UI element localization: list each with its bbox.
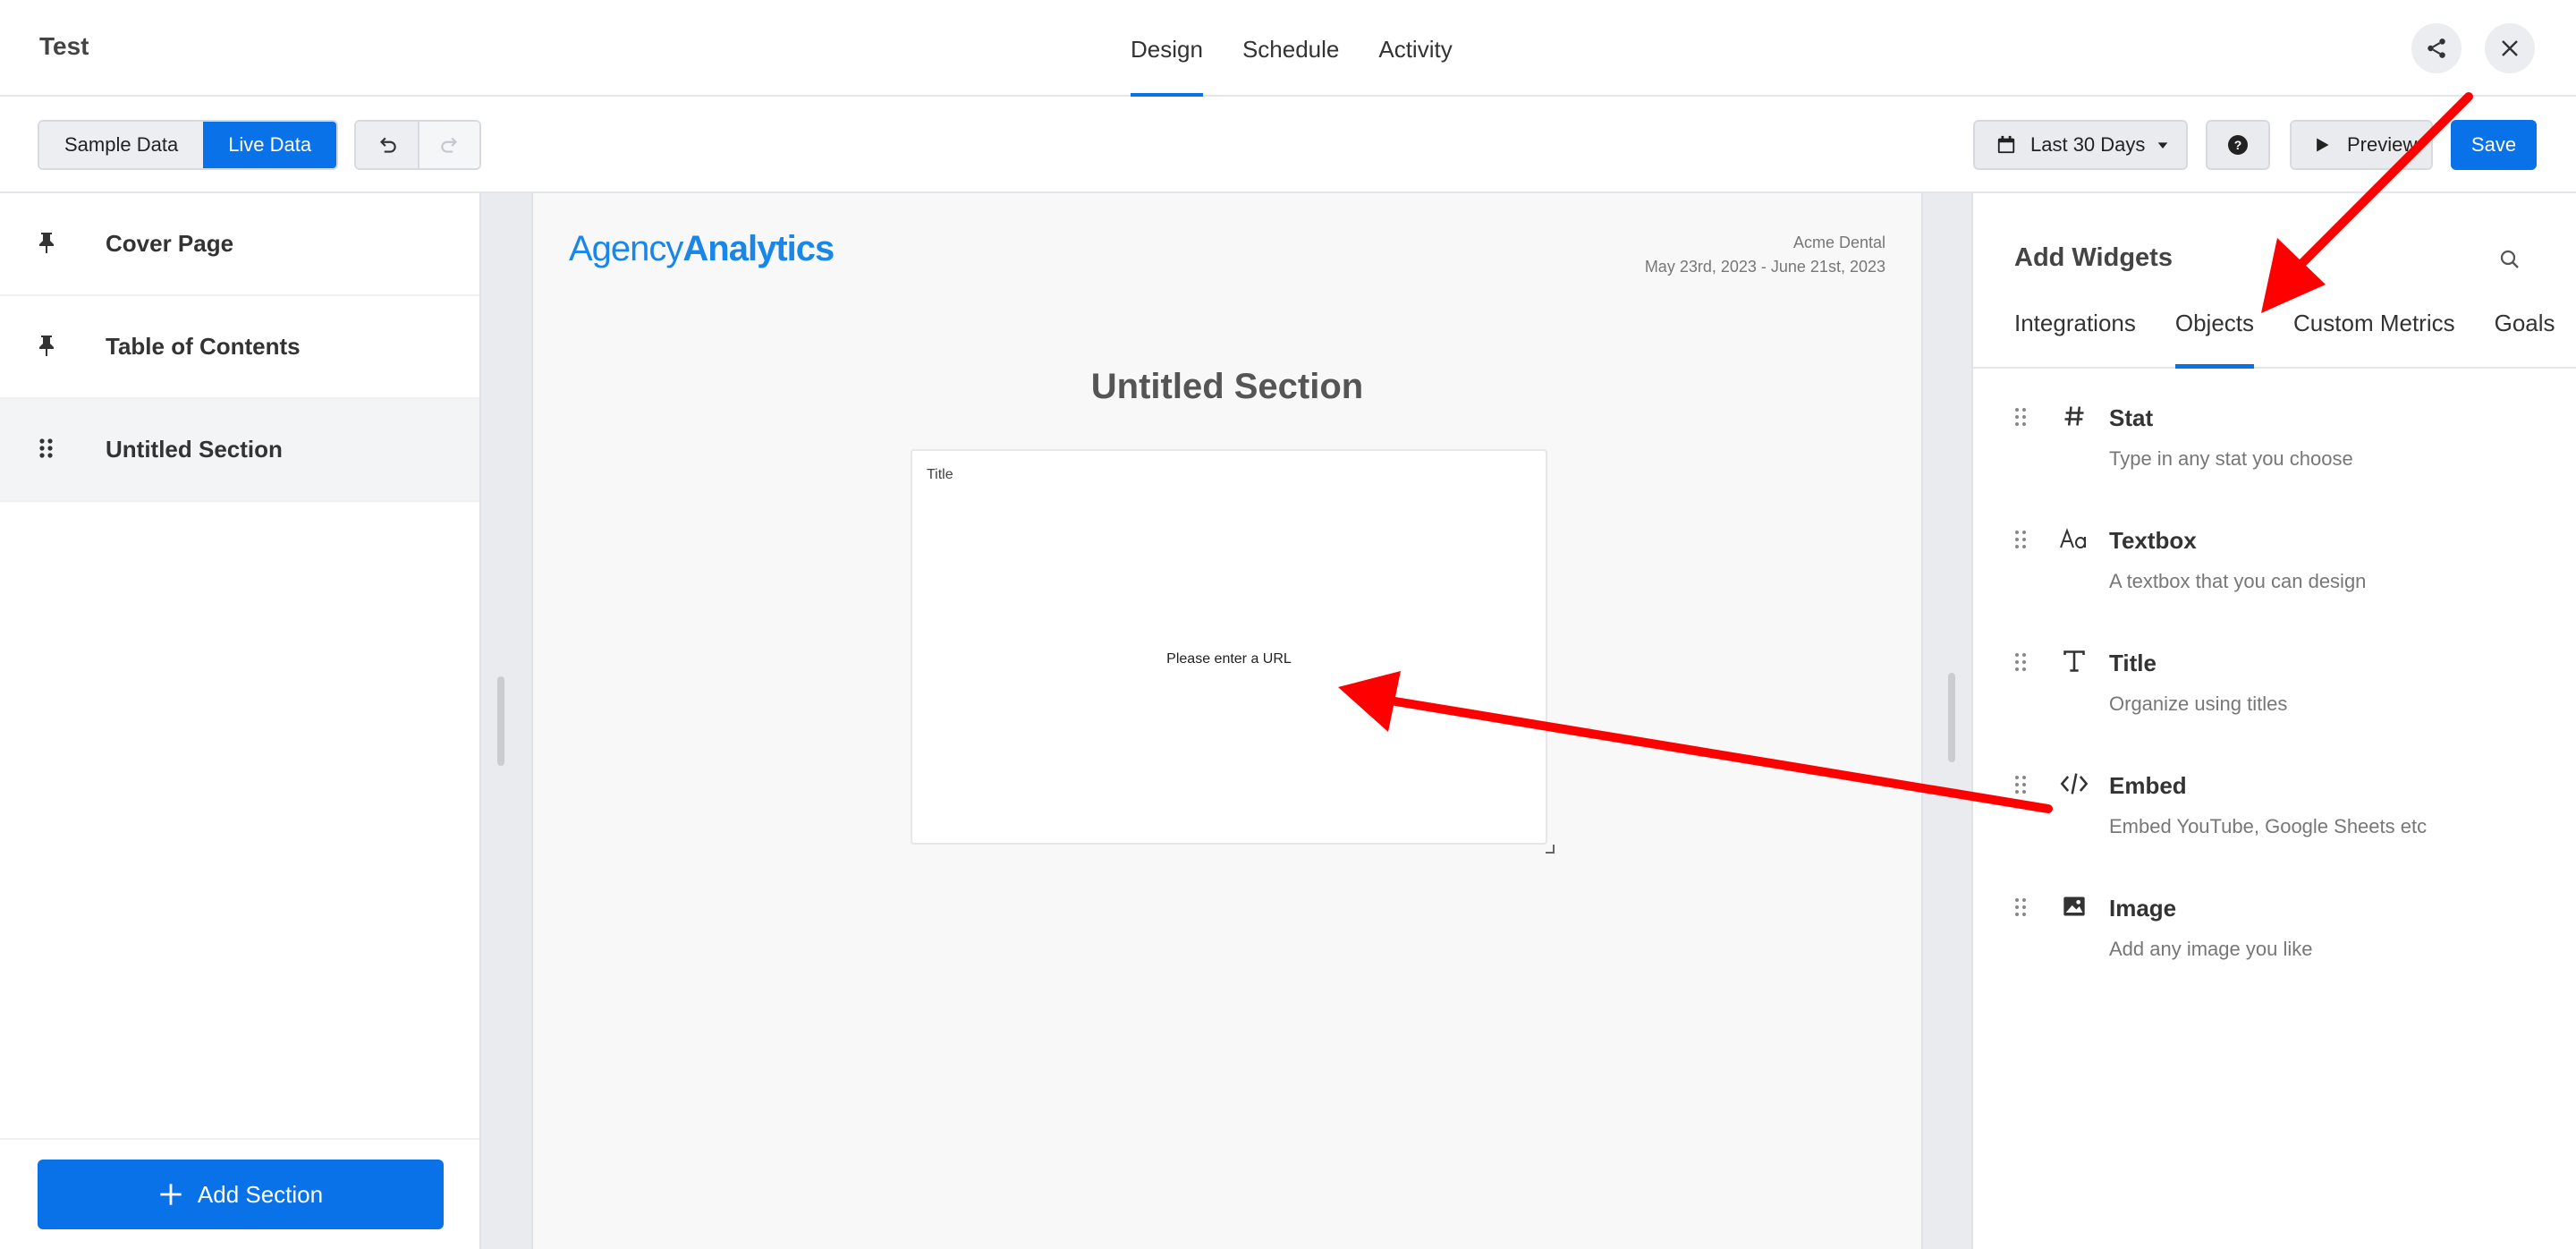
widget-tabs: Integrations Objects Custom Metrics Goal… bbox=[1973, 292, 2576, 369]
tab-design[interactable]: Design bbox=[1131, 0, 1203, 98]
drag-handle-icon bbox=[2015, 408, 2026, 426]
date-range-dropdown[interactable]: Last 30 Days bbox=[1973, 120, 2188, 170]
object-textbox[interactable]: Textbox A textbox that you can design bbox=[1973, 520, 2576, 642]
image-icon bbox=[2059, 891, 2089, 922]
drag-handle-icon bbox=[2015, 531, 2026, 548]
app-header: Test Design Schedule Activity bbox=[0, 0, 2576, 98]
calendar-icon bbox=[1997, 135, 2015, 154]
object-stat[interactable]: Stat Type in any stat you choose bbox=[1973, 397, 2576, 520]
drag-handle-icon bbox=[2015, 898, 2026, 916]
add-section-button[interactable]: Add Section bbox=[38, 1160, 444, 1229]
redo-button[interactable] bbox=[418, 122, 479, 168]
svg-text:?: ? bbox=[2234, 138, 2242, 152]
live-data-button[interactable]: Live Data bbox=[203, 122, 337, 168]
object-description: Type in any stat you choose bbox=[2109, 447, 2353, 470]
tab-objects[interactable]: Objects bbox=[2174, 292, 2255, 369]
data-mode-toggle: Sample Data Live Data bbox=[38, 120, 339, 170]
widget-resize-handle[interactable] bbox=[1546, 845, 1555, 854]
sample-data-button[interactable]: Sample Data bbox=[39, 122, 204, 168]
help-button[interactable]: ? bbox=[2206, 120, 2270, 170]
text-style-icon bbox=[2059, 523, 2089, 554]
hash-icon bbox=[2059, 401, 2089, 431]
section-title[interactable]: Untitled Section bbox=[533, 367, 1921, 407]
agency-logo: AgencyAnalytics bbox=[569, 229, 835, 268]
title-t-icon bbox=[2059, 646, 2089, 676]
drag-handle-icon bbox=[2015, 653, 2026, 671]
sidebar-item-untitled-section[interactable]: Untitled Section bbox=[0, 399, 479, 502]
undo-button[interactable] bbox=[356, 122, 418, 168]
report-date-range: May 23rd, 2023 - June 21st, 2023 bbox=[1644, 258, 1885, 276]
add-widgets-panel: Add Widgets Integrations Objects Custom … bbox=[1971, 193, 2576, 1249]
close-button[interactable] bbox=[2485, 23, 2535, 73]
sidebar-item-table-of-contents[interactable]: Table of Contents bbox=[0, 296, 479, 399]
report-canvas: AgencyAnalytics Acme Dental May 23rd, 20… bbox=[481, 193, 1971, 1249]
code-icon bbox=[2059, 769, 2089, 799]
share-icon bbox=[2428, 38, 2445, 58]
help-icon: ? bbox=[2228, 135, 2248, 155]
tab-goals[interactable]: Goals bbox=[2495, 292, 2555, 367]
pin-icon bbox=[39, 336, 54, 356]
drag-handle-icon bbox=[2015, 776, 2026, 794]
object-description: A textbox that you can design bbox=[2109, 570, 2367, 592]
object-description: Embed YouTube, Google Sheets etc bbox=[2109, 815, 2428, 837]
object-description: Organize using titles bbox=[2109, 692, 2288, 715]
date-range-label: Last 30 Days bbox=[2030, 133, 2146, 156]
history-controls bbox=[354, 120, 481, 170]
play-icon bbox=[2317, 138, 2329, 152]
sidebar-footer: Add Section bbox=[0, 1138, 479, 1249]
report-name: Test bbox=[39, 32, 89, 60]
preview-label: Preview bbox=[2347, 133, 2418, 156]
report-page: AgencyAnalytics Acme Dental May 23rd, 20… bbox=[531, 193, 1923, 1249]
sections-sidebar: Cover Page Table of Contents Untitled Se… bbox=[0, 193, 481, 1249]
drag-handle-icon bbox=[39, 438, 53, 458]
search-icon bbox=[2500, 250, 2519, 268]
redo-icon bbox=[440, 137, 457, 153]
share-button[interactable] bbox=[2411, 23, 2462, 73]
widget-search-button[interactable] bbox=[2494, 243, 2526, 276]
sidebar-item-label: Cover Page bbox=[106, 230, 234, 257]
pin-icon bbox=[39, 233, 54, 253]
tab-integrations[interactable]: Integrations bbox=[2014, 292, 2136, 367]
toolbar: Sample Data Live Data Last 30 Days ? Pre… bbox=[0, 97, 2576, 193]
object-embed[interactable]: Embed Embed YouTube, Google Sheets etc bbox=[1973, 765, 2576, 888]
tab-schedule[interactable]: Schedule bbox=[1242, 0, 1339, 97]
plus-icon bbox=[160, 1184, 182, 1205]
right-panel-resize-handle[interactable] bbox=[1948, 673, 1955, 762]
object-image[interactable]: Image Add any image you like bbox=[1973, 888, 2576, 1010]
sidebar-item-cover-page[interactable]: Cover Page bbox=[0, 193, 479, 296]
undo-icon bbox=[379, 137, 396, 153]
tab-custom-metrics[interactable]: Custom Metrics bbox=[2293, 292, 2455, 367]
object-name: Stat bbox=[2109, 404, 2154, 431]
save-button[interactable]: Save bbox=[2451, 120, 2537, 170]
widget-placeholder-message: Please enter a URL bbox=[1166, 651, 1292, 667]
preview-button[interactable]: Preview bbox=[2290, 120, 2433, 170]
object-title[interactable]: Title Organize using titles bbox=[1973, 642, 2576, 765]
sidebar-item-label: Table of Contents bbox=[106, 333, 301, 360]
client-name: Acme Dental bbox=[1792, 234, 1885, 251]
left-panel-resize-handle[interactable] bbox=[497, 676, 504, 766]
top-tabs: Design Schedule Activity bbox=[1131, 0, 1492, 98]
close-icon bbox=[2502, 40, 2518, 56]
object-name: Textbox bbox=[2109, 527, 2197, 554]
panel-title: Add Widgets bbox=[2014, 243, 2173, 272]
object-name: Embed bbox=[2109, 772, 2187, 799]
add-section-label: Add Section bbox=[197, 1180, 324, 1208]
report-client-info: Acme Dental May 23rd, 2023 - June 21st, … bbox=[1645, 231, 1885, 279]
object-name: Title bbox=[2109, 650, 2157, 676]
sidebar-item-label: Untitled Section bbox=[106, 436, 283, 463]
object-name: Image bbox=[2109, 895, 2177, 922]
widget-title[interactable]: Title bbox=[927, 467, 953, 483]
object-description: Add any image you like bbox=[2109, 938, 2313, 960]
embed-widget[interactable]: Title Please enter a URL bbox=[911, 449, 1555, 854]
tab-activity[interactable]: Activity bbox=[1378, 0, 1452, 97]
caret-down-icon bbox=[2158, 142, 2168, 149]
